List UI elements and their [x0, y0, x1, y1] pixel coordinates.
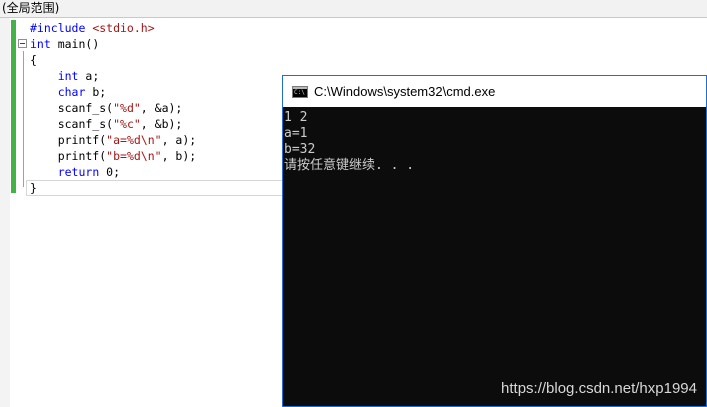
code-token: "a=%d\n"	[106, 133, 162, 147]
cmd-output-line: 1 2	[284, 110, 308, 125]
cmd-titlebar[interactable]: C:\ C:\Windows\system32\cmd.exe	[283, 76, 706, 107]
code-token: {	[30, 53, 37, 67]
code-line: scanf_s("%c", &b);	[30, 116, 183, 132]
code-token: #include	[30, 21, 93, 35]
code-line: int main()	[30, 36, 99, 52]
code-token: return	[57, 165, 100, 179]
code-token: b;	[85, 85, 107, 99]
code-token: "%c"	[113, 117, 141, 131]
code-token: "%d"	[113, 101, 141, 115]
code-token: "b=%d\n"	[106, 149, 162, 163]
code-token: scanf_s(	[30, 117, 114, 131]
cmd-output-line: b=32	[284, 142, 316, 157]
cmd-output-line: a=1	[284, 126, 308, 141]
current-line-highlight	[26, 180, 286, 196]
code-token: int	[57, 69, 79, 83]
code-line: return 0;	[30, 164, 120, 180]
code-token: <stdio.h>	[92, 21, 155, 35]
code-token: , b);	[161, 149, 197, 163]
code-line: }	[30, 180, 37, 196]
code-token: }	[30, 181, 37, 195]
editor-left-margin	[0, 18, 10, 407]
cmd-icon: C:\	[292, 85, 308, 98]
collapse-icon[interactable]	[18, 39, 27, 48]
code-line: printf("a=%d\n", a);	[30, 132, 197, 148]
watermark: https://blog.csdn.net/hxp1994	[501, 380, 697, 397]
code-line: {	[30, 52, 37, 68]
code-token: , a);	[161, 133, 197, 147]
code-line: int a;	[30, 68, 100, 84]
code-token: printf(	[30, 149, 107, 163]
code-line: printf("b=%d\n", b);	[30, 148, 197, 164]
code-line: char b;	[30, 84, 106, 100]
code-token: 0;	[99, 165, 121, 179]
code-line: scanf_s("%d", &a);	[30, 100, 183, 116]
change-indicator-bar	[11, 20, 16, 193]
outline-guide	[23, 51, 24, 187]
code-token: a;	[78, 69, 100, 83]
cmd-icon-text: C:\	[294, 88, 305, 96]
code-token: scanf_s(	[30, 101, 114, 115]
code-token: , &b);	[140, 117, 183, 131]
scope-dropdown[interactable]: (全局范围)	[0, 0, 707, 18]
code-token: char	[57, 85, 86, 99]
cmd-window[interactable]: C:\ C:\Windows\system32\cmd.exe 1 2 a=1 b=…	[282, 75, 707, 407]
code-line: #include <stdio.h>	[30, 20, 155, 36]
code-token: , &a);	[140, 101, 183, 115]
code-token: int	[30, 37, 51, 51]
code-token: printf(	[30, 133, 107, 147]
code-token: main()	[50, 37, 100, 51]
scope-label: (全局范围)	[2, 1, 60, 15]
cmd-output-line: 请按任意键继续. . .	[284, 158, 415, 173]
cmd-output: 1 2 a=1 b=32 请按任意键继续. . .	[284, 110, 704, 400]
cmd-title: C:\Windows\system32\cmd.exe	[314, 84, 496, 99]
